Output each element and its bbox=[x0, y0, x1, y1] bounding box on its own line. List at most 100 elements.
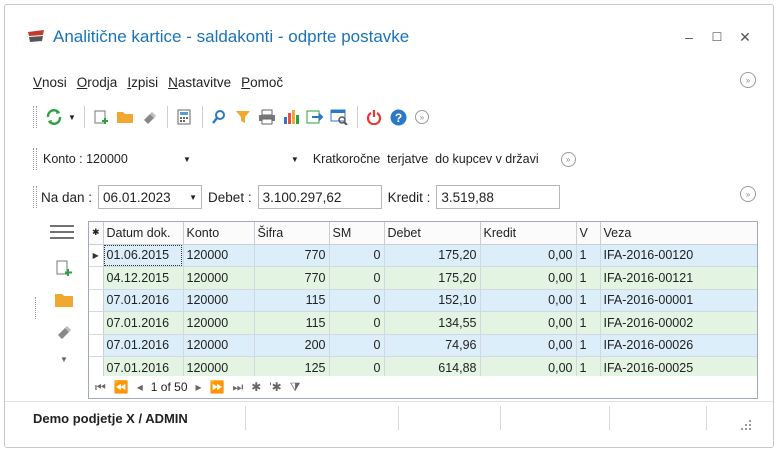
append-record-button[interactable]: ✱ bbox=[251, 380, 261, 394]
cell-veza[interactable]: IFA-2016-00001 bbox=[600, 289, 757, 312]
close-button[interactable]: ✕ bbox=[737, 29, 753, 45]
cell-datum[interactable]: 07.01.2016 bbox=[103, 334, 184, 357]
cell-sifra[interactable]: 115 bbox=[254, 289, 330, 312]
edit-record-button[interactable]: '✱ bbox=[269, 380, 281, 394]
cell-sifra[interactable]: 770 bbox=[254, 244, 330, 267]
minimize-button[interactable]: – bbox=[681, 29, 697, 45]
menu-item-izpisi[interactable]: Izpisi bbox=[127, 75, 158, 93]
column-header-konto[interactable]: Konto bbox=[183, 222, 255, 245]
table-row[interactable]: 07.01.2016 120000 115 0 152,10 0,00 1 IFA-2016-… bbox=[89, 289, 757, 312]
next-page-button[interactable]: ⏩ bbox=[210, 380, 225, 394]
cell-v[interactable]: 1 bbox=[576, 266, 601, 290]
cell-kredit[interactable]: 0,00 bbox=[480, 266, 577, 290]
table-row[interactable]: 07.01.2016 120000 115 0 134,55 0,00 1 IFA-2016-… bbox=[89, 311, 757, 335]
cell-kredit[interactable]: 0,00 bbox=[480, 334, 577, 357]
konto-dropdown-icon[interactable]: ▼ bbox=[183, 155, 191, 164]
cell-datum[interactable]: 07.01.2016 bbox=[103, 289, 184, 312]
grid-filter-button[interactable]: ⧩ bbox=[290, 380, 301, 395]
refresh-button[interactable] bbox=[43, 106, 65, 128]
cell-v[interactable]: 1 bbox=[576, 244, 601, 267]
column-header-v[interactable]: V bbox=[576, 222, 601, 245]
cell-datum[interactable]: 04.12.2015 bbox=[103, 266, 184, 290]
cell-sifra[interactable]: 115 bbox=[254, 311, 330, 335]
column-header-debet[interactable]: Debet bbox=[384, 222, 481, 245]
eraser-icon[interactable] bbox=[55, 323, 73, 341]
column-header-sifra[interactable]: Šifra bbox=[254, 222, 330, 245]
hamburger-menu-icon[interactable] bbox=[49, 223, 75, 241]
row-indicator[interactable]: ▶ bbox=[89, 244, 104, 267]
cell-debet[interactable]: 175,20 bbox=[384, 244, 481, 267]
menu-item-vnosi[interactable]: Vnosi bbox=[33, 75, 67, 93]
cell-veza[interactable]: IFA-2016-00026 bbox=[600, 334, 757, 357]
maximize-button[interactable]: ☐ bbox=[709, 29, 725, 45]
resize-grip-icon[interactable] bbox=[740, 419, 752, 431]
cell-debet[interactable]: 152,10 bbox=[384, 289, 481, 312]
last-record-button[interactable]: ⏭ bbox=[232, 380, 243, 395]
row-indicator[interactable] bbox=[89, 334, 104, 357]
column-header-datum[interactable]: Datum dok. bbox=[103, 222, 184, 245]
menu-item-orodja[interactable]: Orodja bbox=[77, 75, 118, 93]
cell-debet[interactable]: 175,20 bbox=[384, 266, 481, 290]
first-record-button[interactable]: ⏮ bbox=[95, 380, 106, 395]
cell-konto[interactable]: 120000 bbox=[183, 311, 255, 335]
cell-kredit[interactable]: 0,00 bbox=[480, 244, 577, 267]
cell-veza[interactable]: IFA-2016-00121 bbox=[600, 266, 757, 290]
cell-sifra[interactable]: 770 bbox=[254, 266, 330, 290]
prev-page-button[interactable]: ⏪ bbox=[114, 380, 129, 394]
preview-button[interactable] bbox=[328, 106, 350, 128]
menu-item-pomoc[interactable]: Pomoč bbox=[241, 75, 283, 93]
cell-sm[interactable]: 0 bbox=[329, 334, 385, 357]
row-indicator[interactable] bbox=[89, 266, 104, 290]
cell-v[interactable]: 1 bbox=[576, 334, 601, 357]
delete-button[interactable] bbox=[138, 106, 160, 128]
cell-debet[interactable]: 74,96 bbox=[384, 334, 481, 357]
cell-sm[interactable]: 0 bbox=[329, 311, 385, 335]
refresh-dropdown[interactable]: ▼ bbox=[67, 106, 77, 128]
konto-select[interactable]: Konto : 120000 bbox=[43, 152, 183, 166]
new-record-button[interactable] bbox=[90, 106, 112, 128]
exit-button[interactable] bbox=[363, 106, 385, 128]
kredit-field[interactable]: 3.519,88 bbox=[436, 185, 561, 209]
open-folder-icon[interactable] bbox=[54, 291, 74, 309]
cell-sifra[interactable]: 200 bbox=[254, 334, 330, 357]
open-button[interactable] bbox=[114, 106, 136, 128]
cell-v[interactable]: 1 bbox=[576, 289, 601, 312]
column-header-kredit[interactable]: Kredit bbox=[480, 222, 577, 245]
prev-record-button[interactable]: ◂ bbox=[137, 380, 143, 394]
row-indicator[interactable] bbox=[89, 289, 104, 312]
cell-debet[interactable]: 134,55 bbox=[384, 311, 481, 335]
new-record-icon[interactable] bbox=[55, 259, 73, 277]
debet-field[interactable]: 3.100.297,62 bbox=[257, 185, 382, 209]
table-row[interactable]: ▶ 01.06.2015 120000 770 0 175,20 0,00 1 IFA-2016… bbox=[89, 244, 757, 267]
konto-expand-icon[interactable]: » bbox=[560, 151, 576, 167]
chart-button[interactable] bbox=[280, 106, 302, 128]
konto-desc-dropdown-icon[interactable]: ▼ bbox=[291, 155, 299, 164]
cell-sm[interactable]: 0 bbox=[329, 266, 385, 290]
cell-konto[interactable]: 120000 bbox=[183, 266, 255, 290]
column-header-veza[interactable]: Veza bbox=[600, 222, 757, 245]
search-button[interactable] bbox=[208, 106, 230, 128]
cell-veza[interactable]: IFA-2016-00120 bbox=[600, 244, 757, 267]
print-button[interactable] bbox=[256, 106, 278, 128]
cell-kredit[interactable]: 0,00 bbox=[480, 289, 577, 312]
column-header-sm[interactable]: SM bbox=[329, 222, 385, 245]
cell-sm[interactable]: 0 bbox=[329, 289, 385, 312]
toolbar-more-button[interactable]: » bbox=[411, 106, 433, 128]
cell-konto[interactable]: 120000 bbox=[183, 244, 255, 267]
chevron-down-icon[interactable]: ▼ bbox=[60, 355, 83, 364]
filter-button[interactable] bbox=[232, 106, 254, 128]
cell-sm[interactable]: 0 bbox=[329, 244, 385, 267]
calculator-button[interactable] bbox=[173, 106, 195, 128]
chevron-down-icon[interactable]: ▼ bbox=[189, 193, 197, 202]
export-button[interactable] bbox=[304, 106, 326, 128]
table-row[interactable]: 04.12.2015 120000 770 0 175,20 0,00 1 IFA-2016-… bbox=[89, 266, 757, 290]
cell-datum[interactable]: 01.06.2015 bbox=[103, 244, 184, 267]
cell-kredit[interactable]: 0,00 bbox=[480, 311, 577, 335]
next-record-button[interactable]: ▸ bbox=[196, 380, 202, 394]
cell-v[interactable]: 1 bbox=[576, 311, 601, 335]
help-button[interactable]: ? bbox=[387, 106, 409, 128]
na-dan-date-field[interactable]: 06.01.2023 ▼ bbox=[98, 185, 203, 209]
row-indicator[interactable] bbox=[89, 311, 104, 335]
cell-veza[interactable]: IFA-2016-00002 bbox=[600, 311, 757, 335]
cell-konto[interactable]: 120000 bbox=[183, 289, 255, 312]
